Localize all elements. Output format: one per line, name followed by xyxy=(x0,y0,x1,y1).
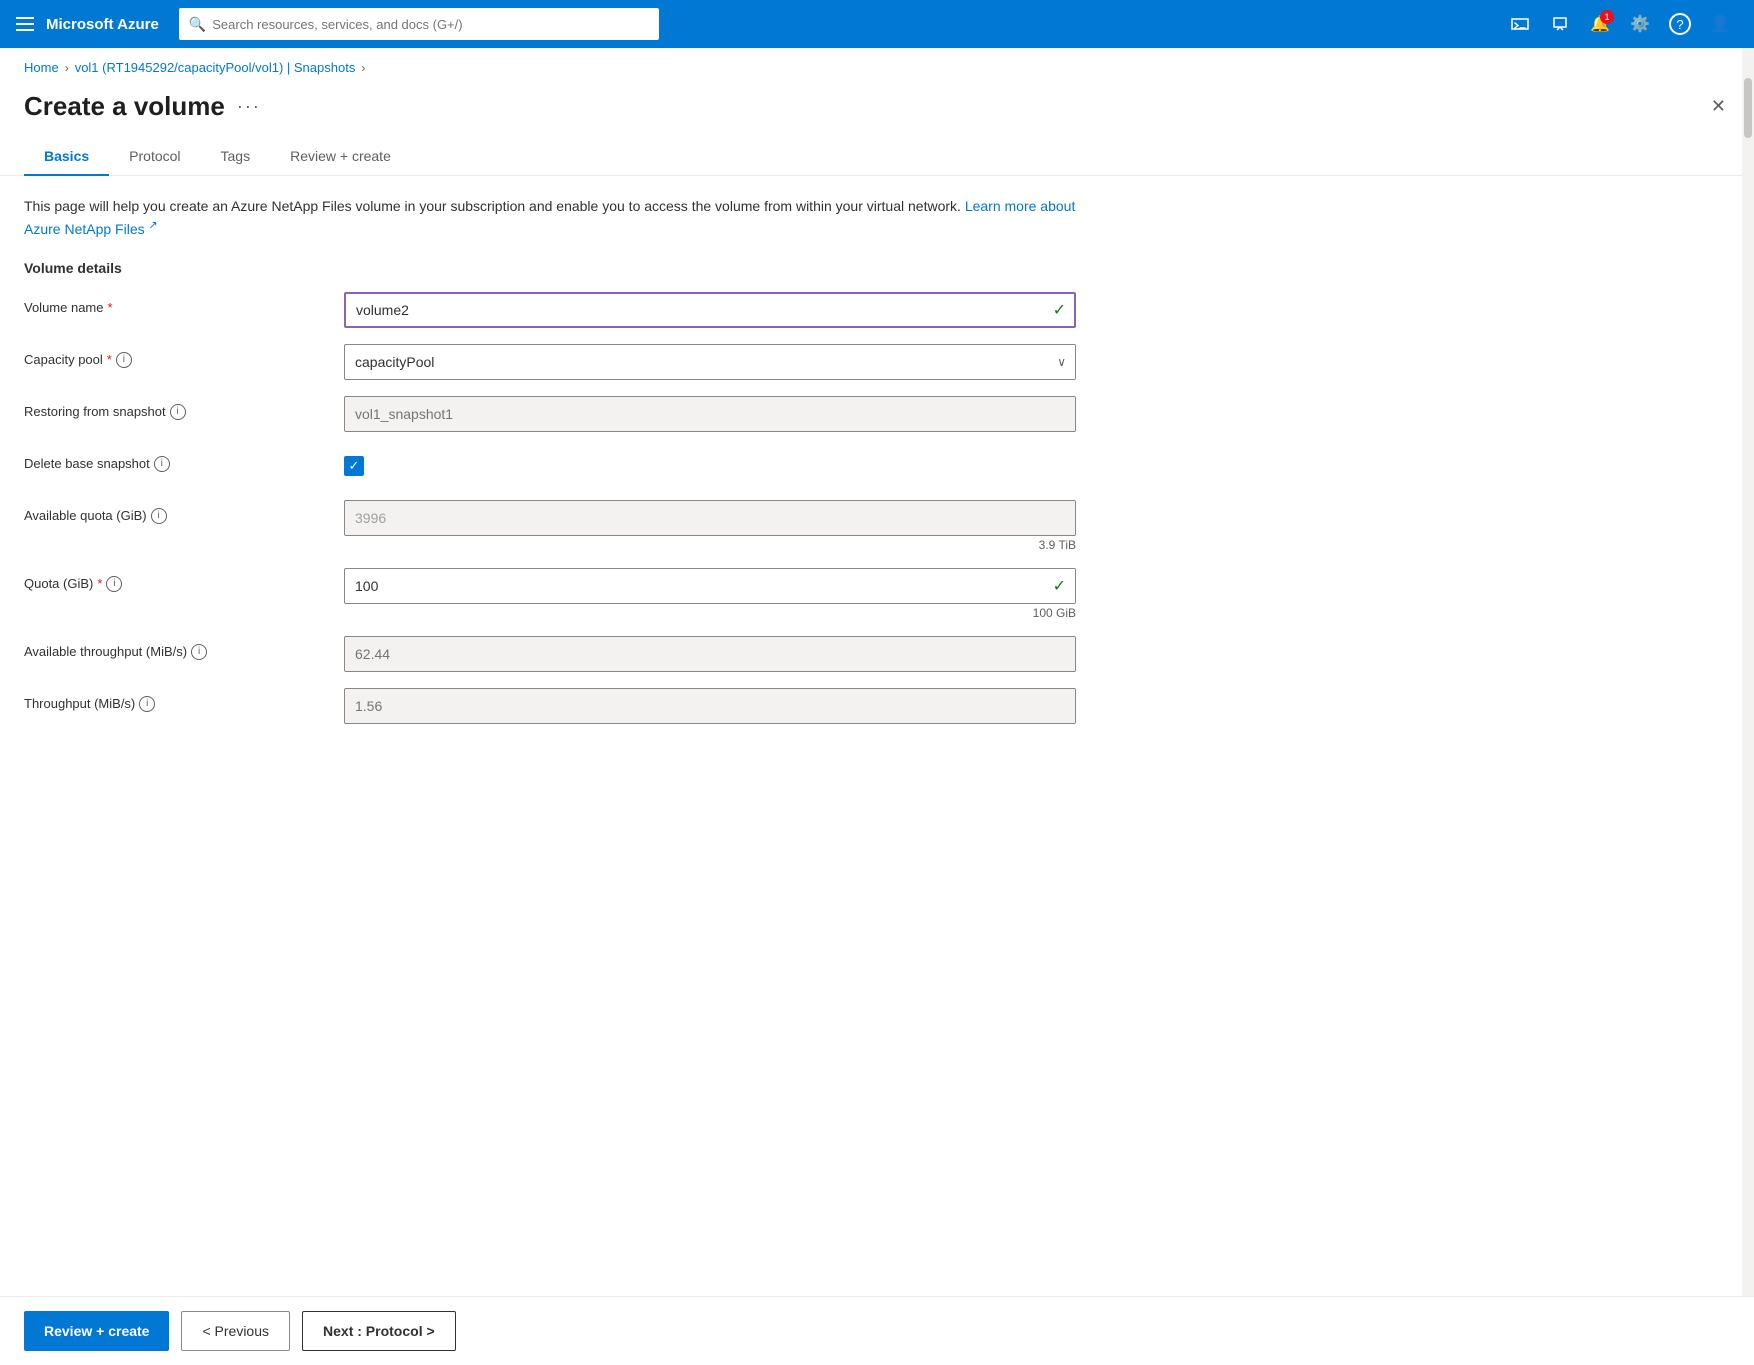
restoring-snapshot-field xyxy=(344,396,1076,432)
content-area: This page will help you create an Azure … xyxy=(0,176,1100,820)
available-quota-input xyxy=(344,500,1076,536)
delete-snapshot-checkbox[interactable]: ✓ xyxy=(344,456,364,476)
breadcrumb-volume[interactable]: vol1 (RT1945292/capacityPool/vol1) | Sna… xyxy=(75,60,356,75)
capacity-pool-label: Capacity pool * i xyxy=(24,344,344,368)
capacity-pool-select[interactable]: capacityPool xyxy=(344,344,1076,380)
restoring-snapshot-label: Restoring from snapshot i xyxy=(24,396,344,420)
breadcrumb-sep-1: › xyxy=(65,61,69,75)
required-star-3: * xyxy=(97,576,102,591)
feedback-icon[interactable] xyxy=(1542,6,1578,42)
restoring-snapshot-input xyxy=(344,396,1076,432)
quota-row: Quota (GiB) * i ✓ 100 GiB xyxy=(24,568,1076,620)
quota-info-icon[interactable]: i xyxy=(106,576,122,592)
brand-name: Microsoft Azure xyxy=(46,16,159,33)
quota-input[interactable] xyxy=(344,568,1076,604)
bottom-bar: Review + create < Previous Next : Protoc… xyxy=(0,1296,1754,1365)
notification-badge: 1 xyxy=(1600,10,1614,24)
available-throughput-field xyxy=(344,636,1076,672)
restoring-snapshot-row: Restoring from snapshot i xyxy=(24,396,1076,432)
page-title: Create a volume xyxy=(24,91,225,122)
breadcrumb: Home › vol1 (RT1945292/capacityPool/vol1… xyxy=(0,48,1754,83)
throughput-field xyxy=(344,688,1076,724)
quota-field: ✓ 100 GiB xyxy=(344,568,1076,620)
help-icon[interactable]: ? xyxy=(1662,6,1698,42)
available-throughput-input xyxy=(344,636,1076,672)
available-quota-label: Available quota (GiB) i xyxy=(24,500,344,524)
available-quota-field: 3.9 TiB xyxy=(344,500,1076,552)
topnav: Microsoft Azure 🔍 🔔 1 ⚙️ ? 👤 xyxy=(0,0,1754,48)
available-throughput-label: Available throughput (MiB/s) i xyxy=(24,636,344,660)
page-header: Create a volume ··· ✕ xyxy=(0,83,1754,138)
volume-name-field: ✓ xyxy=(344,292,1076,328)
available-throughput-info-icon[interactable]: i xyxy=(191,644,207,660)
tab-review-create[interactable]: Review + create xyxy=(270,138,411,176)
more-options-button[interactable]: ··· xyxy=(237,96,261,117)
throughput-row: Throughput (MiB/s) i xyxy=(24,688,1076,724)
volume-name-row: Volume name * ✓ xyxy=(24,292,1076,328)
search-bar[interactable]: 🔍 xyxy=(179,8,659,40)
capacity-pool-select-wrapper: capacityPool ∨ xyxy=(344,344,1076,380)
notifications-icon[interactable]: 🔔 1 xyxy=(1582,6,1618,42)
search-input[interactable] xyxy=(212,17,649,32)
description-text: This page will help you create an Azure … xyxy=(24,196,1076,240)
search-icon: 🔍 xyxy=(189,16,206,33)
capacity-pool-row: Capacity pool * i capacityPool ∨ xyxy=(24,344,1076,380)
quota-label: Quota (GiB) * i xyxy=(24,568,344,592)
throughput-info-icon[interactable]: i xyxy=(139,696,155,712)
hamburger-menu[interactable] xyxy=(16,17,34,31)
settings-icon[interactable]: ⚙️ xyxy=(1622,6,1658,42)
restoring-snapshot-info-icon[interactable]: i xyxy=(170,404,186,420)
tabs-container: Basics Protocol Tags Review + create xyxy=(0,138,1754,176)
quota-sub-text: 100 GiB xyxy=(344,606,1076,620)
quota-check-icon: ✓ xyxy=(1053,576,1066,596)
available-quota-sub-text: 3.9 TiB xyxy=(344,538,1076,552)
delete-snapshot-checkbox-wrapper: ✓ xyxy=(344,448,1076,484)
capacity-pool-field: capacityPool ∨ xyxy=(344,344,1076,380)
available-quota-row: Available quota (GiB) i 3.9 TiB xyxy=(24,500,1076,552)
tab-basics[interactable]: Basics xyxy=(24,138,109,176)
volume-name-input[interactable] xyxy=(344,292,1076,328)
required-star: * xyxy=(108,300,113,315)
cloud-shell-icon[interactable] xyxy=(1502,6,1538,42)
delete-snapshot-field: ✓ xyxy=(344,448,1076,484)
quota-input-wrapper: ✓ xyxy=(344,568,1076,604)
available-throughput-row: Available throughput (MiB/s) i xyxy=(24,636,1076,672)
review-create-button[interactable]: Review + create xyxy=(24,1311,169,1351)
volume-name-check: ✓ xyxy=(1053,300,1066,320)
checkbox-check-icon: ✓ xyxy=(349,458,360,474)
scrollbar-thumb[interactable] xyxy=(1744,78,1752,138)
external-link-icon: ↗ xyxy=(149,219,158,231)
close-button[interactable]: ✕ xyxy=(1707,92,1730,121)
volume-name-wrapper: ✓ xyxy=(344,292,1076,328)
throughput-label: Throughput (MiB/s) i xyxy=(24,688,344,712)
available-quota-info-icon[interactable]: i xyxy=(151,508,167,524)
tab-tags[interactable]: Tags xyxy=(201,138,271,176)
delete-snapshot-info-icon[interactable]: i xyxy=(154,456,170,472)
nav-icons: 🔔 1 ⚙️ ? 👤 xyxy=(1502,6,1738,42)
scrollbar-track[interactable] xyxy=(1742,48,1754,1365)
previous-button[interactable]: < Previous xyxy=(181,1311,290,1351)
account-icon[interactable]: 👤 xyxy=(1702,6,1738,42)
throughput-input xyxy=(344,688,1076,724)
capacity-pool-info-icon[interactable]: i xyxy=(116,352,132,368)
section-title: Volume details xyxy=(24,260,1076,276)
next-protocol-button[interactable]: Next : Protocol > xyxy=(302,1311,456,1351)
required-star-2: * xyxy=(107,352,112,367)
breadcrumb-sep-2: › xyxy=(361,61,365,75)
delete-snapshot-row: Delete base snapshot i ✓ xyxy=(24,448,1076,484)
main-container: Home › vol1 (RT1945292/capacityPool/vol1… xyxy=(0,48,1754,1365)
tab-protocol[interactable]: Protocol xyxy=(109,138,200,176)
volume-name-label: Volume name * xyxy=(24,292,344,315)
delete-snapshot-label: Delete base snapshot i xyxy=(24,448,344,472)
breadcrumb-home[interactable]: Home xyxy=(24,60,59,75)
